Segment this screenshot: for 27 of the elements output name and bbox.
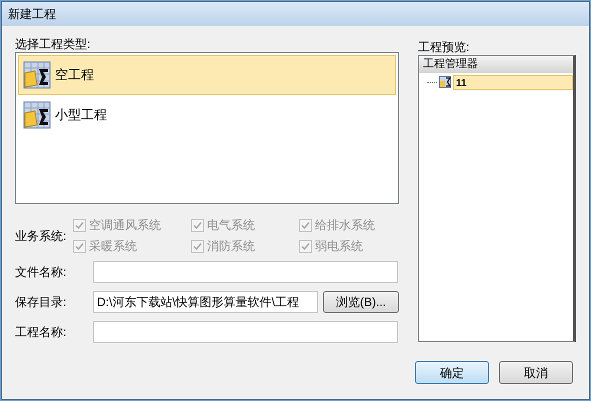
project-icon	[439, 76, 451, 88]
field-label: 文件名称:	[15, 264, 68, 281]
project-icon	[23, 101, 51, 129]
section-label: 选择工程类型:	[15, 36, 92, 52]
window-title: 新建工程	[8, 6, 56, 23]
checkbox-label: 给排水系统	[315, 217, 375, 234]
text-field[interactable]	[93, 321, 398, 343]
section-label: 工程预览:	[418, 39, 470, 55]
dialog-button[interactable]: 确定	[415, 361, 489, 384]
directory-field[interactable]: D:\河东下载站\快算图形算量软件\工程	[93, 291, 318, 313]
field-label: 工程名称:	[15, 324, 68, 341]
item-label: 空工程	[55, 66, 94, 84]
dialog-button[interactable]: 取消	[499, 361, 573, 384]
checkbox-label: 采暖系统	[89, 238, 137, 255]
checkbox-label: 消防系统	[207, 238, 255, 255]
checkbox-label: 电气系统	[207, 217, 255, 234]
tree-item[interactable]: 11	[453, 74, 573, 90]
field-label: 保存目录:	[15, 294, 68, 311]
browse-button[interactable]: 浏览(B)...	[323, 291, 399, 313]
checkbox-label: 弱电系统	[315, 238, 363, 255]
panel-title: 工程管理器	[423, 57, 478, 72]
field-label: 业务系统:	[15, 228, 68, 244]
list-item[interactable]: 空工程	[18, 55, 396, 95]
checkbox-label: 空调通风系统	[89, 217, 161, 234]
text-field[interactable]	[93, 261, 398, 283]
item-label: 小型工程	[55, 106, 107, 124]
project-icon	[23, 61, 51, 89]
